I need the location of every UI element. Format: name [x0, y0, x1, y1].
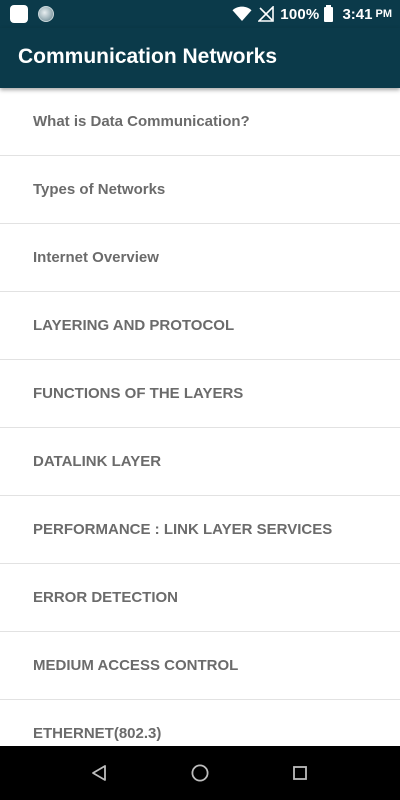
list-item-label: PERFORMANCE : LINK LAYER SERVICES: [33, 521, 333, 538]
notification-app-icon: [10, 5, 28, 23]
list-item-ethernet-802-3[interactable]: ETHERNET(802.3): [0, 700, 400, 746]
list-item-internet-overview[interactable]: Internet Overview: [0, 224, 400, 292]
list-item-label: FUNCTIONS OF THE LAYERS: [33, 385, 244, 402]
list-item-label: LAYERING AND PROTOCOL: [33, 317, 235, 334]
recents-button[interactable]: [290, 763, 310, 783]
notification-circle-icon: [38, 6, 54, 22]
battery-percentage: 100%: [280, 5, 320, 23]
recents-icon: [293, 766, 307, 780]
system-status-area: 100% 3:41 PM: [232, 3, 392, 25]
list-item-label: DATALINK LAYER: [33, 453, 162, 470]
back-icon: [92, 765, 106, 781]
list-item-label: Internet Overview: [33, 249, 159, 266]
notification-area: [10, 4, 54, 24]
topic-list[interactable]: What is Data Communication? Types of Net…: [0, 88, 400, 746]
home-icon: [191, 764, 209, 782]
list-item-medium-access-control[interactable]: MEDIUM ACCESS CONTROL: [0, 632, 400, 700]
list-item-label: ETHERNET(802.3): [33, 725, 162, 742]
list-item-layering-and-protocol[interactable]: LAYERING AND PROTOCOL: [0, 292, 400, 360]
list-item-what-is-data-communication[interactable]: What is Data Communication?: [0, 88, 400, 156]
back-button[interactable]: [90, 763, 110, 783]
list-item-label: ERROR DETECTION: [33, 589, 179, 606]
list-item-performance-link-layer-services[interactable]: PERFORMANCE : LINK LAYER SERVICES: [0, 496, 400, 564]
status-time: 3:41: [342, 5, 373, 23]
no-signal-icon: [258, 6, 275, 22]
status-bar: 100% 3:41 PM: [0, 0, 400, 28]
list-item-label: Types of Networks: [33, 181, 166, 198]
list-item-types-of-networks[interactable]: Types of Networks: [0, 156, 400, 224]
list-item-label: What is Data Communication?: [33, 113, 250, 130]
list-item-functions-of-the-layers[interactable]: FUNCTIONS OF THE LAYERS: [0, 360, 400, 428]
list-item-error-detection[interactable]: ERROR DETECTION: [0, 564, 400, 632]
app-bar: Communication Networks: [0, 28, 400, 88]
status-ampm: PM: [375, 8, 393, 20]
wifi-icon: [232, 6, 252, 22]
home-button[interactable]: [190, 763, 210, 783]
app-screen: 100% 3:41 PM Communication Networks What…: [0, 0, 400, 800]
list-item-label: MEDIUM ACCESS CONTROL: [33, 657, 239, 674]
battery-icon: [324, 4, 334, 22]
navigation-bar: [0, 746, 400, 800]
list-item-datalink-layer[interactable]: DATALINK LAYER: [0, 428, 400, 496]
page-title: Communication Networks: [18, 45, 278, 68]
